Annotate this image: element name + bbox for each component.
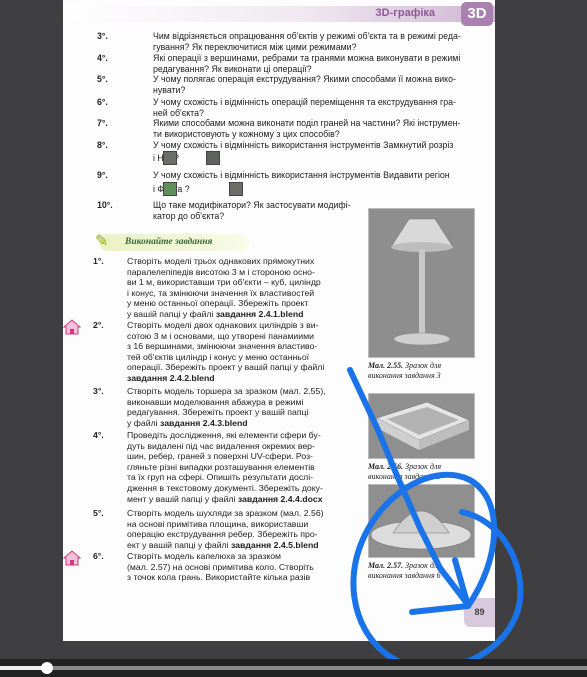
task-text: Створіть моделі двох однакових циліндрів… [127,320,375,384]
figure-lamp: Мал. 2.55. Зразок для виконання завдання… [368,208,475,380]
bevel-icon [229,182,243,196]
question-text: катор до об'єкта? [153,210,225,221]
question-text: ти використовують у кожному з цих способ… [153,128,340,139]
task-line: Створіть модель капелюха за зразком [127,551,282,561]
figure-caption: Мал. 2.56. Зразок для виконання завдання… [368,462,473,481]
task-text: Створіть модель капелюха за зразком (мал… [127,551,375,583]
figure-label: Мал. 2.57. [368,561,404,570]
task-line: Створіть моделі трьох однакових прямокут… [127,256,315,266]
extrude-region-icon [163,182,177,196]
task-number: 3°. [93,386,104,396]
book-page: 3D-графіка 3D 3°. Чим відрізняється опра… [63,0,495,641]
loop-cut-icon [163,151,177,165]
task-text: Створіть моделі трьох однакових прямокут… [127,256,375,320]
task-line: сотою 3 м і основами, що утворені панами… [127,330,314,341]
task-line: дуть видалені під час видалення окремих … [127,440,315,451]
question-text: У чому схожість і відмінність використан… [153,170,450,180]
question-text: Чим відрізняється опрацювання об'єктів у… [153,31,461,41]
task-line: шин, ребер, граней з поверхні UV-сфери. … [127,451,313,462]
question-text: нувати? [153,84,186,95]
task-line: Створіть модель торшера за зразком (мал.… [127,386,326,396]
task-line: Створіть модель шухляди за зразком (мал.… [127,508,324,518]
task-line: Створіть моделі двох однакових циліндрів… [127,320,319,330]
task-number: 6°. [93,551,104,561]
tasks-heading: ✎ Виконайте завдання [95,233,249,251]
task-number: 4°. [93,430,104,440]
figure-caption: Мал. 2.57. Зразок для виконання завдання… [368,561,473,580]
question-number: 9°. [97,170,108,180]
task-line: виконавши моделювання абажура в режимі [127,396,304,407]
page-header: 3D-графіка 3D [63,0,495,28]
task-line: ект у вашій папці у файлі завдання 2.4.5… [127,539,319,550]
progress-handle[interactable] [40,662,53,674]
question-text: Які операції з вершинами, ребрами та гра… [153,53,461,63]
question-text: гування? Як переключитися між цими режим… [153,41,357,52]
task-line: на основі примітива площина, використавш… [127,518,309,529]
lamp-image [368,208,475,358]
home-task-icon [63,550,81,566]
knife-icon [206,151,220,165]
question-text: ней об'єкта? [153,107,204,118]
task-line: (мал. 2.57) на основі примітива коло. Ст… [127,561,314,572]
chapter-title: 3D-графіка [375,7,435,19]
question-item: 9°. У чому схожість і відмінність викори… [97,170,477,200]
question-text: редагування? Як виконати ці операції? [153,63,312,74]
figure-label: Мал. 2.55. [368,361,404,370]
chapter-badge: 3D [461,2,493,26]
question-number: 4°. [97,53,108,63]
task-text: Створіть модель торшера за зразком (мал.… [127,386,375,428]
task-line: завдання 2.4.2.blend [127,372,215,383]
task-line: у файлі завдання 2.4.3.blend [127,417,248,428]
task-line: ви 1 м, використавши три об'єкти – куб, … [127,277,321,288]
hat-image [368,484,475,558]
floor-lamp-render [369,209,474,357]
question-number: 10°. [97,200,113,210]
task-line: операції. Збережіть проект у вашій папці… [127,362,325,373]
figure-label: Мал. 2.56. [368,462,404,471]
task-line: з точок кола грань. Використайте кілька … [127,572,311,583]
task-text: Створіть модель шухляди за зразком (мал.… [127,508,375,550]
drawer-image [368,393,475,459]
question-text: У чому схожість і відмінність використан… [153,140,454,150]
question-text: Якими способами можна виконати поділ гра… [153,118,461,128]
question-number: 5°. [97,74,108,84]
question-item: 8°. У чому схожість і відмінність викори… [97,140,477,170]
pencil-icon: ✎ [95,233,109,250]
task-line: дження в текстовому документі. Збережіть… [127,482,323,493]
task-line: редагування. Збережіть проект у вашій па… [127,407,309,418]
progress-track[interactable] [0,666,587,670]
task-line: і конус, та змінюючи значення їх властив… [127,287,315,298]
task-number: 5°. [93,508,104,518]
tasks-heading-label: Виконайте завдання [125,237,213,247]
task-line: у вашій папці у файлі завдання 2.4.1.ble… [127,308,304,319]
task-line: у меню останньої операції. Збережіть про… [127,298,309,309]
drawer-render [369,394,474,458]
question-number: 6°. [97,97,108,107]
progress-fill [0,666,47,670]
task-text: Проведіть дослідження, які елементи сфер… [127,430,375,504]
task-line: паралелепіпедів висотою 3 м і стороною о… [127,266,315,277]
question-text: Що таке модифікатори? Як застосувати мод… [153,200,351,210]
task-line: Проведіть дослідження, які елементи сфер… [127,430,321,440]
task-line: операцію екструдування ребер. Збережіть … [127,529,318,540]
question-text: У чому полягає операція екструдування? Я… [153,74,456,84]
question-number: 7°. [97,118,108,128]
figure-hat: Мал. 2.57. Зразок для виконання завдання… [368,484,475,580]
task-line: мент у вашій папці у файлі завдання 2.4.… [127,493,323,504]
task-line: гляньте різні випадки розташування елеме… [127,461,315,472]
task-line: з 16 вершинами, змінюючи значення власти… [127,341,318,352]
home-task-icon [63,319,81,335]
figure-drawer: Мал. 2.56. Зразок для виконання завдання… [368,393,475,481]
task-number: 2°. [93,320,104,330]
task-line: тей об'єктів циліндр і конус у меню оста… [127,351,310,362]
figure-caption: Мал. 2.55. Зразок для виконання завдання… [368,361,473,380]
page-number: 89 [464,598,495,627]
hat-render [369,485,474,557]
task-number: 1°. [93,256,104,266]
question-text: У чому схожість і відмінність операцій п… [153,97,456,107]
question-number: 3°. [97,31,108,41]
task-line: та їх груп на сфері. Опишіть результати … [127,472,314,483]
question-number: 8°. [97,140,108,150]
